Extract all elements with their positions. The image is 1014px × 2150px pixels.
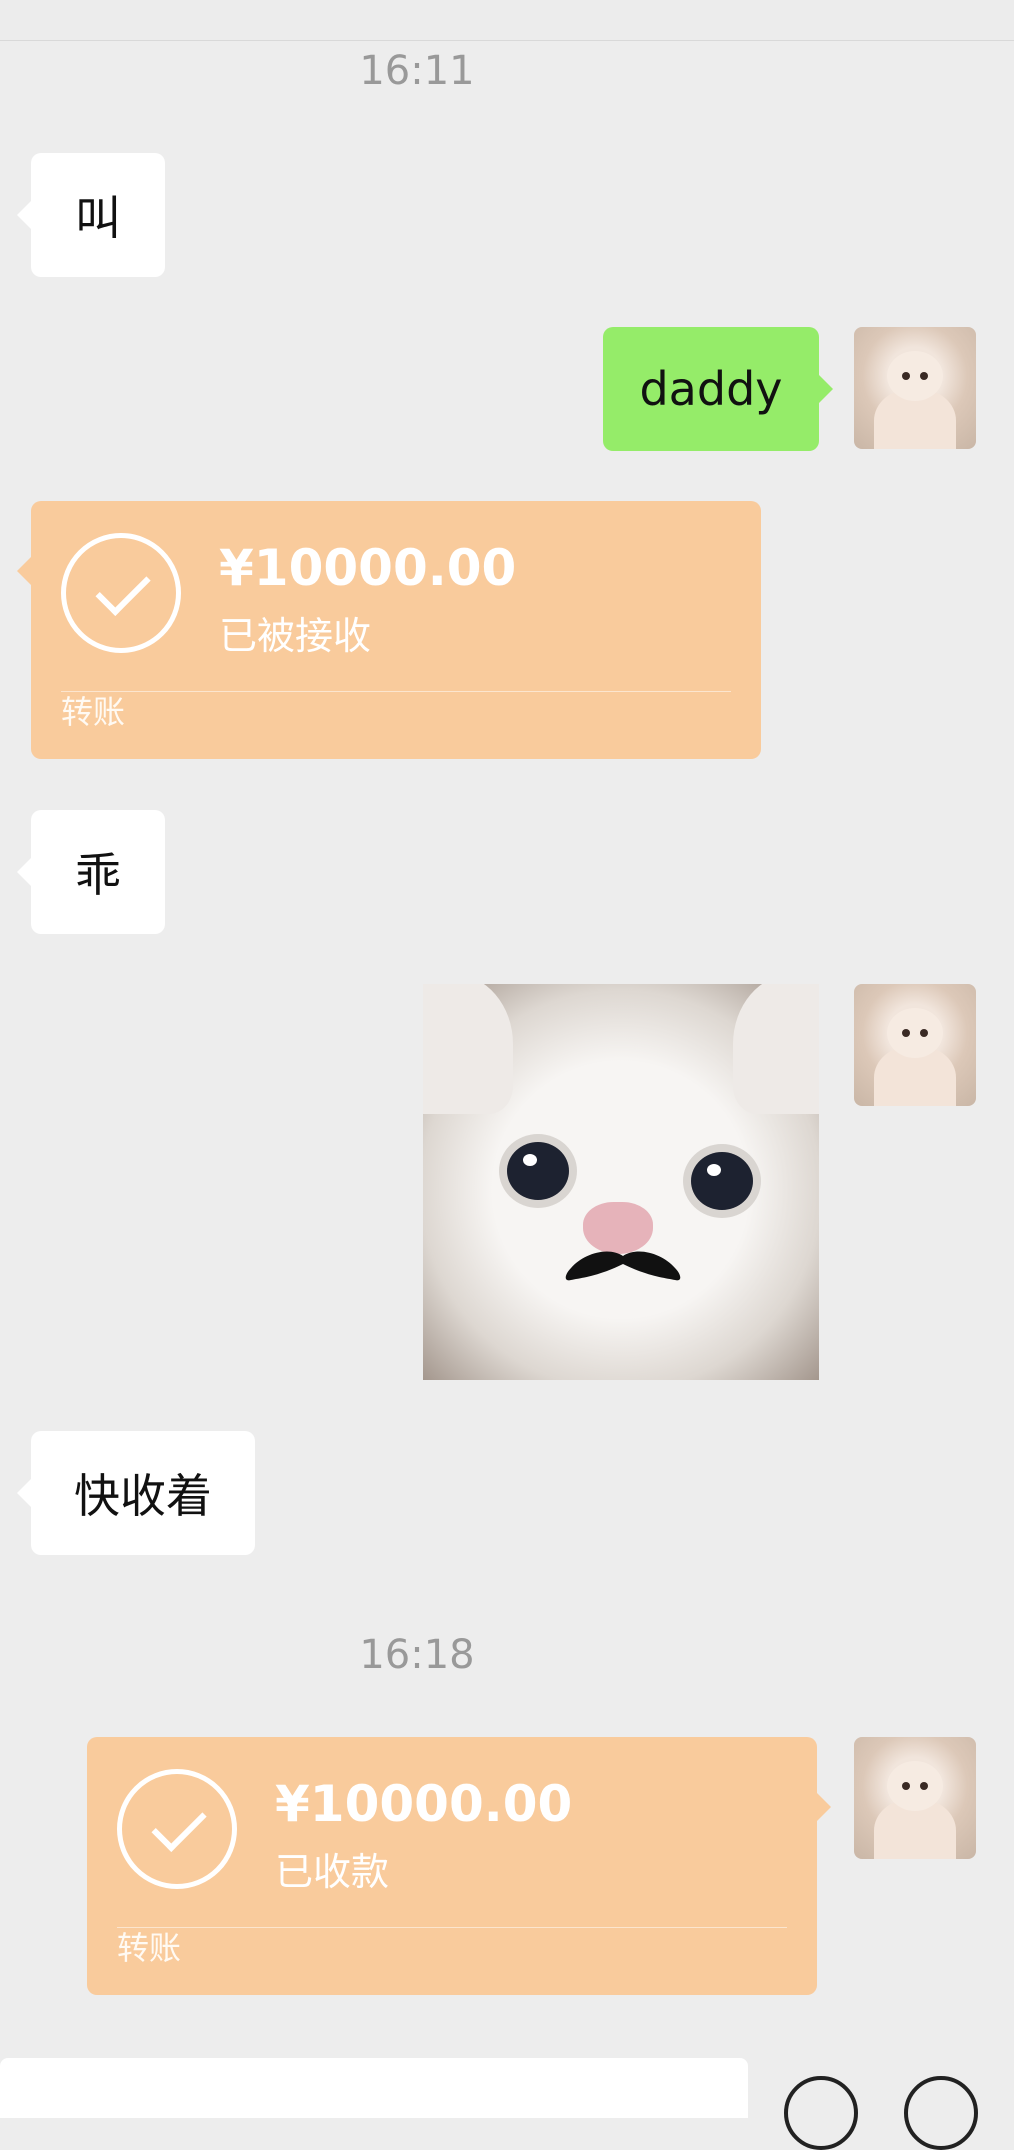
timestamp: 16:11 <box>359 48 475 94</box>
avatar[interactable] <box>854 984 976 1106</box>
transfer-divider <box>61 691 731 692</box>
transfer-amount: ¥10000.00 <box>219 539 517 597</box>
transfer-amount: ¥10000.00 <box>275 1775 573 1833</box>
message-text: daddy <box>639 362 783 416</box>
message-text: 乖 <box>75 848 121 902</box>
transfer-label: 转账 <box>61 693 126 731</box>
message-text: 叫 <box>75 191 121 245</box>
message-input[interactable] <box>0 2058 748 2118</box>
transfer-status: 已收款 <box>275 1850 390 1894</box>
timestamp: 16:18 <box>359 1632 475 1678</box>
message-bubble-received[interactable]: 乖 <box>31 810 165 934</box>
message-bubble-received[interactable]: 快收着 <box>31 1431 255 1555</box>
transfer-status: 已被接收 <box>219 614 372 658</box>
message-bubble-received[interactable]: 叫 <box>31 153 165 277</box>
top-divider <box>0 40 1014 41</box>
check-circle-icon <box>61 533 181 653</box>
transfer-card-received[interactable]: ¥10000.00 已被接收 转账 <box>17 501 761 759</box>
check-circle-icon <box>117 1769 237 1889</box>
transfer-divider <box>117 1927 787 1928</box>
avatar[interactable] <box>854 327 976 449</box>
transfer-card-sent[interactable]: ¥10000.00 已收款 转账 <box>87 1737 831 1995</box>
message-bubble-sent[interactable]: daddy <box>603 327 819 451</box>
mustache-icon <box>565 1251 681 1281</box>
kitten-photo[interactable] <box>423 984 819 1380</box>
emoji-icon[interactable] <box>784 2076 858 2150</box>
top-bar-tint <box>0 0 1014 40</box>
avatar[interactable] <box>854 1737 976 1859</box>
message-text: 快收着 <box>74 1469 212 1523</box>
transfer-label: 转账 <box>117 1929 182 1967</box>
plus-icon[interactable] <box>904 2076 978 2150</box>
